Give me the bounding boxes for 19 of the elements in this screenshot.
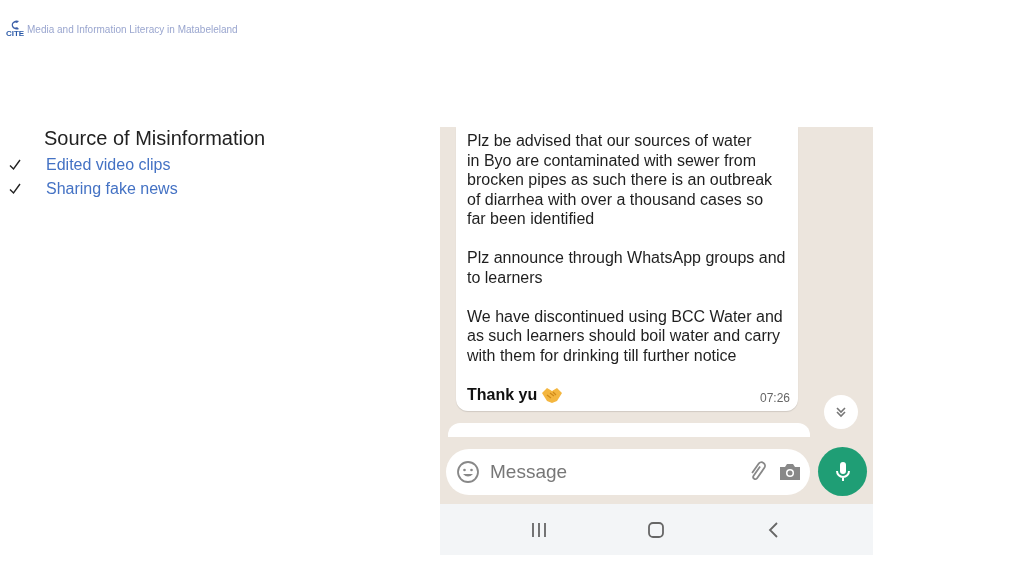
microphone-button[interactable] bbox=[818, 447, 867, 496]
message-text: We have discontinued using BCC Water and as such learners should boil water and carry with them for drinking till further notice bbox=[467, 306, 784, 365]
emoji-icon[interactable] bbox=[456, 459, 480, 484]
message-text: Plz be advised that our sources of water in Byo are contaminated with sewer from brocken pipes as such there is an outbreak of diarrhea with over a thousand cases so far been identified bbox=[467, 131, 774, 229]
logo-icon bbox=[9, 20, 21, 30]
double-chevron-icon bbox=[834, 405, 848, 419]
bullet-text: Edited video clips bbox=[46, 156, 171, 174]
logo-text: CITE bbox=[5, 30, 25, 38]
scroll-down-button[interactable] bbox=[824, 395, 858, 429]
bullet-text: Sharing fake news bbox=[46, 180, 178, 198]
slide-heading: Source of Misinformation bbox=[44, 127, 266, 150]
message-bar[interactable]: Message bbox=[446, 448, 810, 495]
recent-apps-icon[interactable] bbox=[529, 520, 548, 539]
sign-off-text: Thank yu bbox=[467, 385, 538, 404]
presentation-title: Media and Information Literacy in Matabeleland bbox=[27, 23, 238, 35]
message-field[interactable]: Message bbox=[488, 459, 738, 484]
message-time: 07:26 bbox=[759, 390, 790, 405]
message-text: Plz announce through WhatsApp groups and to learners bbox=[467, 248, 787, 287]
home-icon[interactable] bbox=[647, 520, 666, 539]
